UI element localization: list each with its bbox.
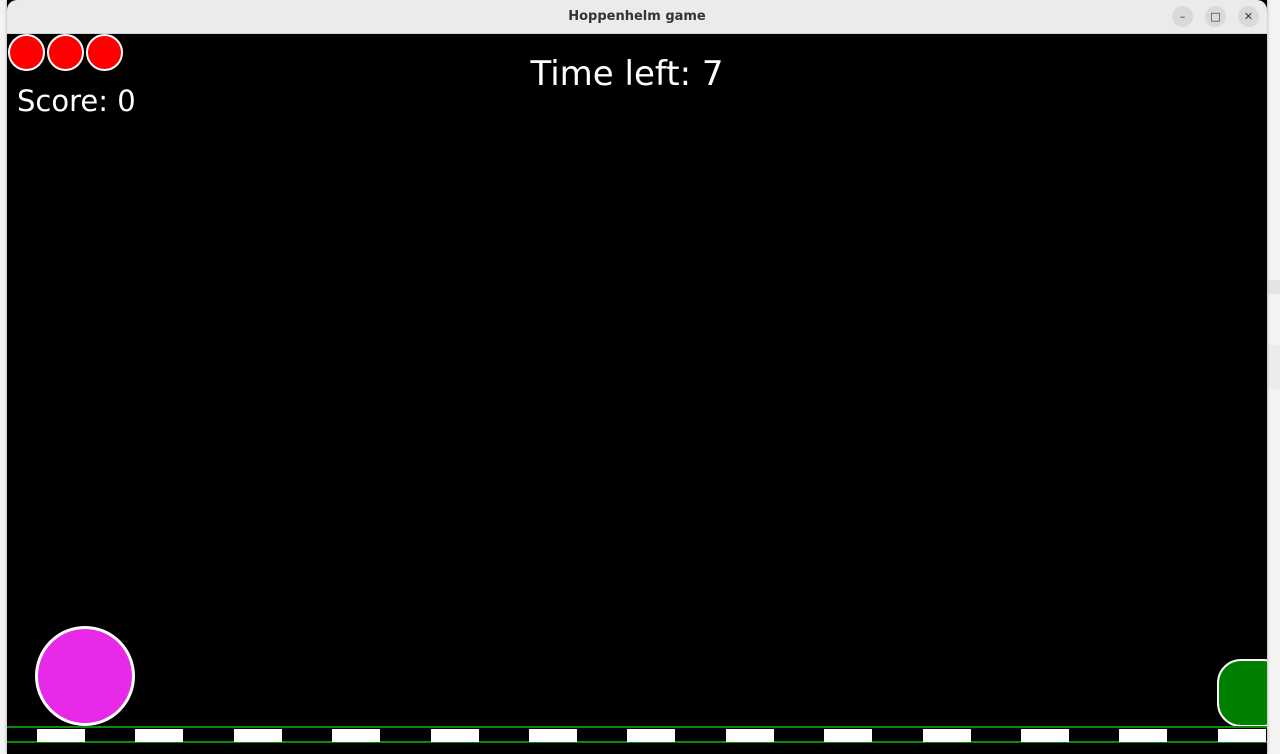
life-icon (8, 34, 45, 71)
ground-tile (37, 729, 85, 742)
title-bar[interactable]: Hoppenhelm game – □ ✕ (7, 0, 1267, 34)
ground-tile (824, 729, 872, 742)
ground-tile (332, 729, 380, 742)
close-button[interactable]: ✕ (1238, 6, 1259, 27)
maximize-button[interactable]: □ (1205, 6, 1226, 27)
ground-tile (431, 729, 479, 742)
score-label: Score: 0 (17, 84, 136, 118)
ground-tile (627, 729, 675, 742)
ground-track (7, 726, 1267, 743)
ground-tile (1119, 729, 1167, 742)
close-icon: ✕ (1243, 10, 1254, 23)
background-window-edge (1268, 280, 1280, 294)
minimize-icon: – (1179, 10, 1186, 23)
goal-block (1217, 659, 1267, 727)
desktop: Hoppenhelm game – □ ✕ Time left: 7 Score… (0, 0, 1280, 754)
ground-tile (923, 729, 971, 742)
ground-tile (1021, 729, 1069, 742)
ground-tile (135, 729, 183, 742)
game-canvas[interactable]: Time left: 7 Score: 0 (7, 34, 1267, 754)
time-left-label: Time left: 7 (530, 54, 724, 94)
life-icon (47, 34, 84, 71)
maximize-icon: □ (1210, 10, 1221, 23)
ground-tile (234, 729, 282, 742)
ground-tile (726, 729, 774, 742)
window-title: Hoppenhelm game (568, 9, 706, 24)
player-ball (35, 626, 135, 726)
ground-tile (529, 729, 577, 742)
minimize-button[interactable]: – (1172, 6, 1193, 27)
game-window: Hoppenhelm game – □ ✕ Time left: 7 Score… (7, 0, 1267, 754)
background-window-edge (1268, 345, 1280, 389)
life-icon (86, 34, 123, 71)
ground-tile (1218, 729, 1266, 742)
